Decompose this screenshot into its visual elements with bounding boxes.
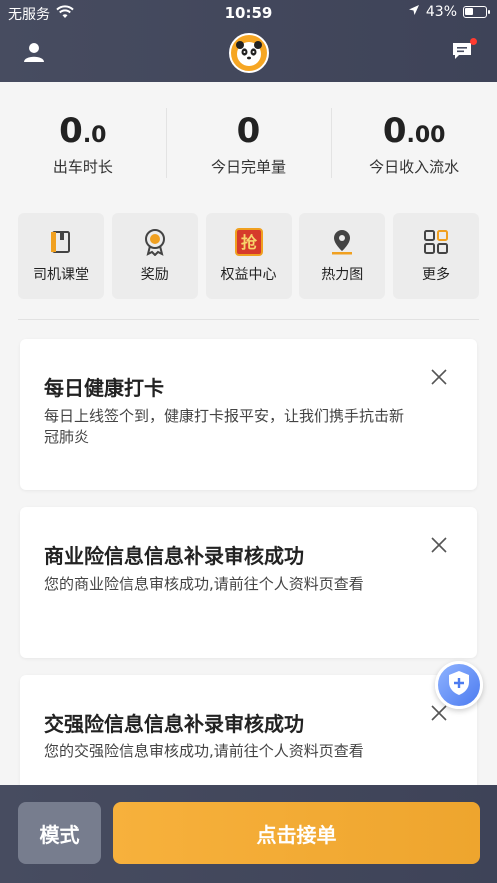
stat-online-duration: 0.0 出车时长 [0,100,166,190]
quick-label: 奖励 [140,267,169,283]
badge-text: 抢 [240,233,257,252]
card-desc: 您的商业险信息审核成功,请前往个人资料页查看 [44,575,364,593]
divider [18,319,479,320]
stats-row: 0.0 出车时长 0 今日完单量 0.00 今日收入流水 [0,100,497,190]
bottom-bar: 模式 点击接单 [0,785,497,883]
close-icon[interactable] [431,705,447,721]
grab-badge-icon: 抢 [234,228,263,256]
stat-value-decimal: .00 [406,123,446,148]
battery-icon [463,6,490,18]
close-icon[interactable] [431,537,447,553]
notice-card-compulsory-insurance[interactable]: 交强险信息信息补录审核成功 您的交强险信息审核成功,请前往个人资料页查看 [20,675,477,795]
grid-icon [422,228,450,256]
quick-heatmap[interactable]: 热力图 [299,213,386,299]
quick-rewards[interactable]: 奖励 [111,213,198,299]
quick-actions: 司机课堂 奖励 抢 权益中心 热力图 更多 [18,213,479,299]
stat-income: 0.00 今日收入流水 [331,100,497,190]
location-arrow-icon [408,4,420,20]
stat-value: 0 [236,111,261,151]
notice-card-health-checkin[interactable]: 每日健康打卡 每日上线签个到，健康打卡报平安，让我们携手抗击新冠肺炎 [20,339,477,490]
stat-value: 0 [59,111,83,151]
card-desc: 每日上线签个到，健康打卡报平安，让我们携手抗击新冠肺炎 [44,407,405,446]
quick-label: 热力图 [321,267,364,283]
message-icon[interactable] [451,38,477,64]
quick-benefits-center[interactable]: 抢 权益中心 [205,213,292,299]
card-title: 商业险信息信息补录审核成功 [44,544,304,568]
stat-label: 今日完单量 [211,158,287,176]
unread-dot [470,38,477,45]
stat-value-decimal: .0 [82,123,107,148]
card-title: 每日健康打卡 [44,376,164,400]
map-pin-icon [328,228,356,256]
status-bar: 无服务 10:59 43% [0,0,497,26]
safety-shield-button[interactable] [435,661,483,709]
stat-orders-completed: 0 今日完单量 [165,100,332,190]
panda-avatar-icon[interactable] [229,33,269,73]
stat-label: 出车时长 [52,158,113,176]
notice-card-commercial-insurance[interactable]: 商业险信息信息补录审核成功 您的商业险信息审核成功,请前往个人资料页查看 [20,507,477,658]
header: 无服务 10:59 43% [0,0,497,82]
accept-orders-button[interactable]: 点击接单 [113,802,480,864]
quick-label: 权益中心 [220,267,277,283]
mode-button[interactable]: 模式 [18,802,101,864]
quick-label: 司机课堂 [33,267,89,283]
stat-label: 今日收入流水 [369,158,460,176]
quick-driver-class[interactable]: 司机课堂 [18,213,104,299]
close-icon[interactable] [431,369,447,385]
stat-value: 0 [382,111,407,151]
medal-icon [141,228,169,256]
card-desc: 您的交强险信息审核成功,请前往个人资料页查看 [44,742,364,760]
book-icon [47,228,75,256]
quick-label: 更多 [422,267,450,283]
shield-plus-icon [447,670,471,700]
user-profile-icon[interactable] [22,40,46,64]
card-title: 交强险信息信息补录审核成功 [44,712,304,736]
quick-more[interactable]: 更多 [393,213,479,299]
battery-percent: 43% [425,4,457,20]
